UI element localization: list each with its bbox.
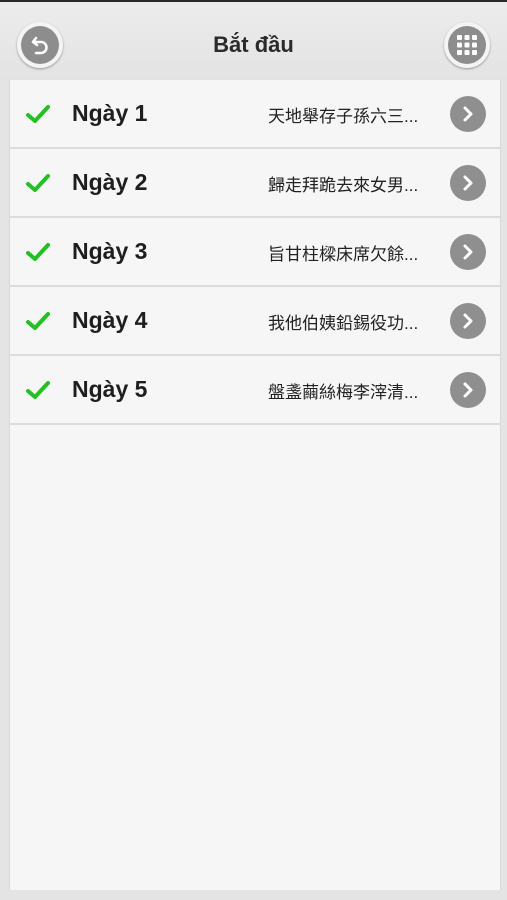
list-item-day-5[interactable]: Ngày 5 盤盞繭絲梅李滓清... [10,356,500,425]
grid-icon [448,26,486,64]
day-preview-text: 旨甘柱樑床席欠餘... [268,245,419,264]
chevron-right-icon[interactable] [450,234,486,270]
day-label: Ngày 1 [72,100,148,126]
list-item-day-3[interactable]: Ngày 3 旨甘柱樑床席欠餘... [10,218,500,287]
list-item-day-1[interactable]: Ngày 1 天地舉存子孫六三... [10,80,500,149]
day-label: Ngày 4 [72,307,148,333]
chevron-right-icon[interactable] [450,96,486,132]
day-list: Ngày 1 天地舉存子孫六三... Ngày 2 歸走拜跪去來女男... Ng… [9,80,501,890]
day-preview-text: 我他伯姨鉛錫役功... [268,314,419,333]
list-item-day-2[interactable]: Ngày 2 歸走拜跪去來女男... [10,149,500,218]
chevron-right-icon[interactable] [450,303,486,339]
header-bar: Bắt đầu [0,2,507,80]
checkmark-icon [26,174,50,192]
day-label: Ngày 5 [72,376,148,402]
checkmark-icon [26,381,50,399]
checkmark-icon [26,312,50,330]
checkmark-icon [26,243,50,261]
day-preview-text: 歸走拜跪去來女男... [268,176,419,195]
page-title: Bắt đầu [213,32,294,57]
checkmark-icon [26,105,50,123]
grid-menu-button[interactable] [444,22,490,68]
day-preview-text: 天地舉存子孫六三... [268,107,419,126]
day-label: Ngày 2 [72,169,148,195]
day-preview-text: 盤盞繭絲梅李滓清... [268,383,419,402]
list-item-day-4[interactable]: Ngày 4 我他伯姨鉛錫役功... [10,287,500,356]
chevron-right-icon[interactable] [450,165,486,201]
day-label: Ngày 3 [72,238,148,264]
chevron-right-icon[interactable] [450,372,486,408]
